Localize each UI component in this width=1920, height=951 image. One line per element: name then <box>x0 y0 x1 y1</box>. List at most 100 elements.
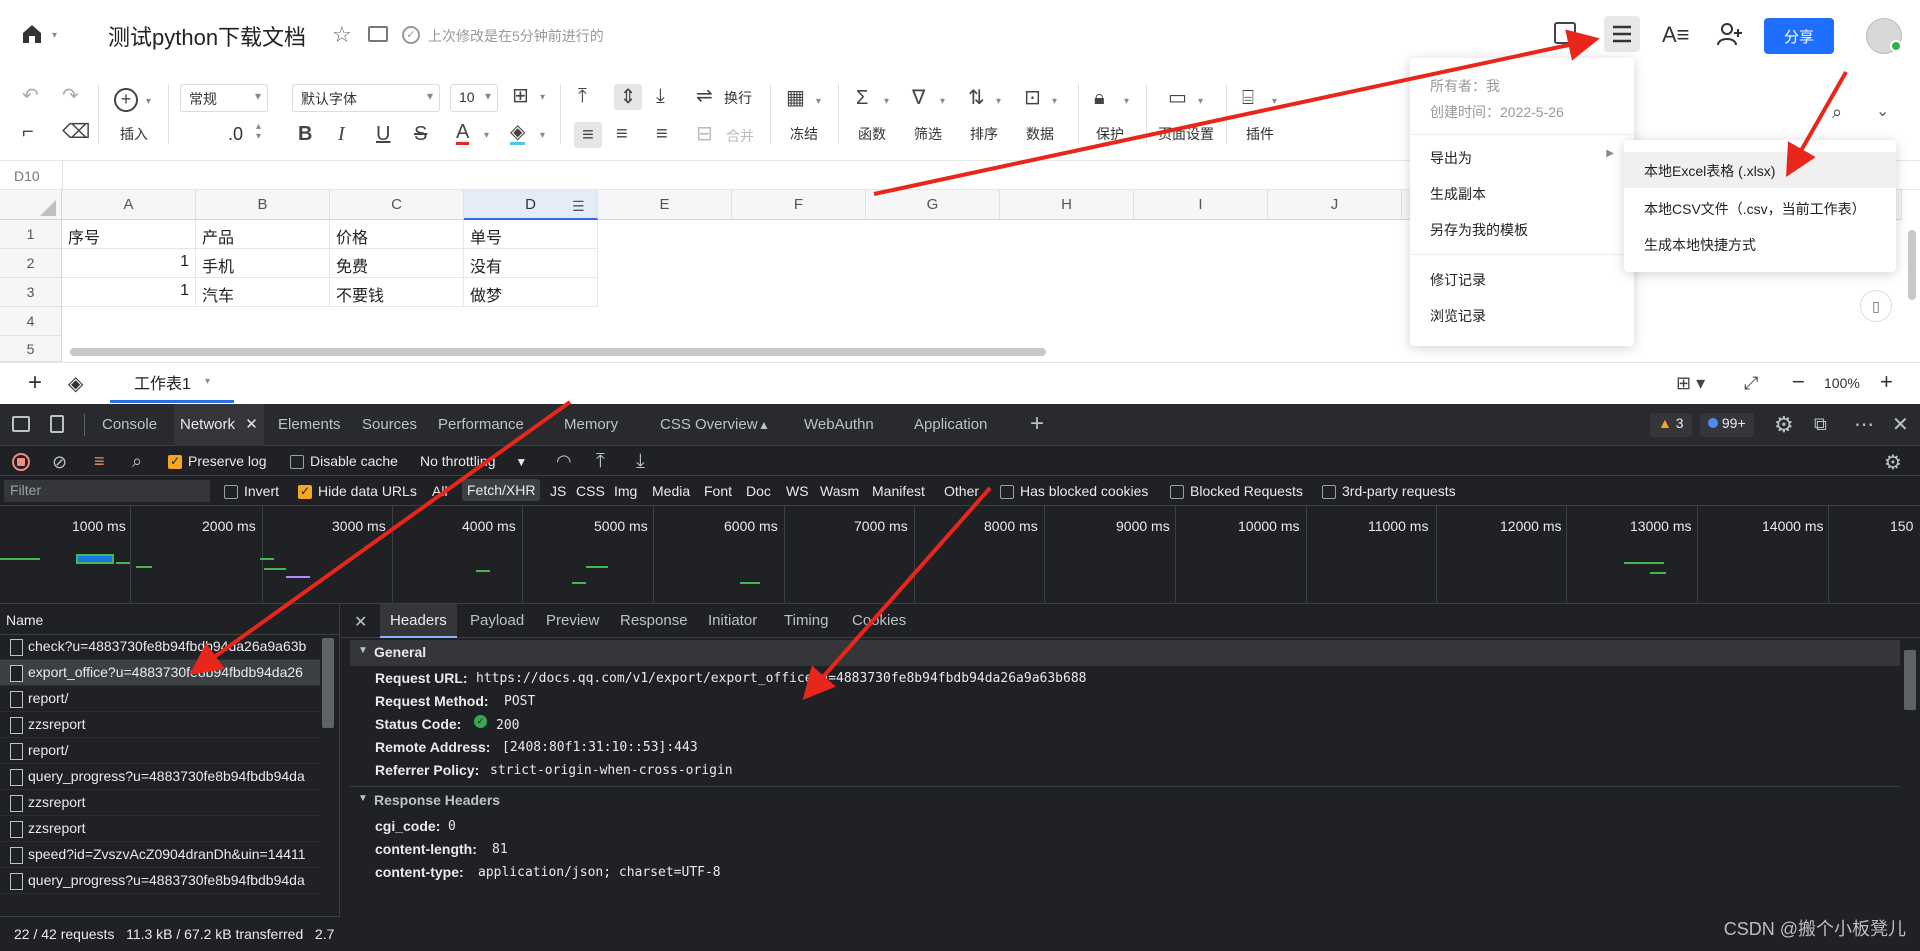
type-filter-manifest[interactable]: Manifest <box>872 483 925 499</box>
align-top-icon[interactable]: ⤒ <box>578 86 587 106</box>
type-filter-other[interactable]: Other <box>944 483 979 499</box>
star-icon[interactable]: ☆ <box>332 22 352 48</box>
invert-checkbox[interactable]: Invert <box>224 483 279 500</box>
type-filter-all[interactable]: All <box>432 483 448 499</box>
export-har-icon[interactable]: ⤓ <box>636 450 645 473</box>
request-row[interactable]: speed?id=ZvszvAcZ0904dranDh&uin=14411 <box>0 842 320 868</box>
warnings-badge[interactable]: ▲ 3 <box>1650 413 1692 437</box>
doc-title[interactable]: 测试python下载文档 <box>108 20 306 52</box>
detail-tab-headers[interactable]: Headers <box>380 604 457 638</box>
add-sheet-icon[interactable]: + <box>28 369 42 397</box>
side-panel-icon[interactable]: ▯ <box>1860 290 1892 322</box>
request-row-selected[interactable]: export_office?u=4883730fe8b94fbdb94da26 <box>0 660 320 686</box>
tab-elements[interactable]: Elements <box>278 404 341 446</box>
merge-icon[interactable]: ⊟ <box>696 124 713 144</box>
blocked-requests-checkbox[interactable]: Blocked Requests <box>1170 483 1303 500</box>
type-filter-css[interactable]: CSS <box>576 483 605 499</box>
export-xlsx-item[interactable]: 本地Excel表格 (.xlsx) <box>1624 152 1896 188</box>
border-icon[interactable]: ⊞ <box>512 86 529 106</box>
type-filter-fetch-xhr[interactable]: Fetch/XHR <box>462 479 541 501</box>
request-row[interactable]: zzsreport <box>0 816 320 842</box>
settings-gear-icon[interactable]: ⚙ <box>1774 412 1794 438</box>
function-label[interactable]: 函数 <box>858 124 886 144</box>
device-toggle-icon[interactable] <box>50 415 64 433</box>
create-shortcut-item[interactable]: 生成本地快捷方式 <box>1624 226 1896 262</box>
select-all-corner[interactable] <box>0 190 62 220</box>
response-headers-section-header[interactable]: Response Headers <box>350 788 1900 814</box>
type-filter-img[interactable]: Img <box>614 483 637 499</box>
undo-icon[interactable]: ↶ <box>22 86 39 106</box>
blocked-cookies-checkbox[interactable]: Has blocked cookies <box>1000 483 1148 500</box>
disable-cache-checkbox[interactable]: Disable cache <box>290 453 398 470</box>
decimal-control[interactable]: .0 <box>228 124 243 145</box>
align-middle-icon[interactable]: ⇕ <box>614 84 642 110</box>
home-icon[interactable] <box>20 22 44 46</box>
detail-tab-preview[interactable]: Preview <box>546 612 599 629</box>
add-collaborator-icon[interactable] <box>1716 20 1744 48</box>
plugin-icon[interactable]: ⌸ <box>1242 88 1254 108</box>
request-row[interactable]: query_progress?u=4883730fe8b94fbdb94da <box>0 868 320 894</box>
type-filter-doc[interactable]: Doc <box>746 483 771 499</box>
task-add-icon[interactable] <box>1554 22 1576 44</box>
sheet-tab-1[interactable]: 工作表1 ▾ <box>110 363 234 403</box>
number-format-select[interactable]: 常规 <box>180 84 268 112</box>
column-header[interactable]: B <box>196 190 330 220</box>
insert-icon[interactable]: + <box>114 88 138 112</box>
fullscreen-icon[interactable]: ⤢ <box>1744 373 1758 394</box>
chevron-down-icon[interactable]: ▾ <box>205 376 210 387</box>
more-tabs-plus-icon[interactable]: + <box>1030 410 1044 438</box>
column-header[interactable]: E <box>598 190 732 220</box>
cell-d1[interactable]: 单号 <box>464 220 598 249</box>
sort-icon[interactable]: ⇅ <box>968 88 985 108</box>
align-right-icon[interactable]: ≡ <box>656 124 668 144</box>
filter-label[interactable]: 筛选 <box>914 124 942 144</box>
network-conditions-icon[interactable]: ◠ <box>556 451 572 472</box>
redo-icon[interactable]: ↷ <box>62 86 79 106</box>
tab-network[interactable]: Network ✕ <box>174 404 264 446</box>
throttling-select[interactable]: No throttling ▼ <box>420 453 527 469</box>
preserve-log-checkbox[interactable]: Preserve log <box>168 453 267 470</box>
export-csv-item[interactable]: 本地CSV文件（.csv，当前工作表） <box>1624 190 1896 226</box>
menu-item-export[interactable]: 导出为 ▶ <box>1410 140 1634 174</box>
data-label[interactable]: 数据 <box>1026 124 1054 144</box>
menu-item-save-template[interactable]: 另存为我的模板 <box>1410 212 1634 246</box>
third-party-checkbox[interactable]: 3rd-party requests <box>1322 483 1456 500</box>
menu-item-copy[interactable]: 生成副本 <box>1410 176 1634 210</box>
sort-label[interactable]: 排序 <box>970 124 998 144</box>
wrap-label[interactable]: 换行 <box>724 88 752 108</box>
merge-label[interactable]: 合并 <box>726 126 754 146</box>
record-stop-icon[interactable] <box>12 453 30 471</box>
stepper-icon[interactable]: ▴ ▾ <box>256 122 261 142</box>
inspect-icon[interactable] <box>12 416 30 432</box>
text-format-icon[interactable]: A≡ <box>1662 22 1690 48</box>
type-filter-wasm[interactable]: Wasm <box>820 483 859 499</box>
zoom-level[interactable]: 100% <box>1824 375 1860 391</box>
import-har-icon[interactable]: ⤒ <box>596 450 605 473</box>
tab-memory[interactable]: Memory <box>564 404 618 446</box>
row-header[interactable]: 5 <box>0 336 62 362</box>
tab-performance[interactable]: Performance <box>438 404 524 446</box>
zoom-in-icon[interactable]: + <box>1880 369 1893 395</box>
cell-a3[interactable]: 1 <box>62 278 196 307</box>
filter-input[interactable]: Filter <box>4 480 210 502</box>
vertical-scrollbar[interactable] <box>1908 230 1916 300</box>
hide-data-urls-checkbox[interactable]: Hide data URLs <box>298 483 417 500</box>
cell-b1[interactable]: 产品 <box>196 220 330 249</box>
align-left-icon[interactable]: ≡ <box>574 122 602 148</box>
row-header[interactable]: 3 <box>0 278 62 307</box>
row-header[interactable]: 4 <box>0 307 62 336</box>
request-row[interactable]: report/ <box>0 738 320 764</box>
cell-b3[interactable]: 汽车 <box>196 278 330 307</box>
font-family-select[interactable]: 默认字体 <box>292 84 440 112</box>
freeze-label[interactable]: 冻结 <box>790 124 818 144</box>
detail-tab-payload[interactable]: Payload <box>470 612 524 629</box>
close-icon[interactable]: ✕ <box>245 416 258 433</box>
font-size-select[interactable]: 10 <box>450 84 498 112</box>
chevron-down-icon[interactable]: ▾ <box>52 30 57 41</box>
request-row[interactable]: query_progress?u=4883730fe8b94fbdb94da <box>0 764 320 790</box>
issues-badge[interactable]: 99+ <box>1700 413 1754 437</box>
move-folder-icon[interactable] <box>368 26 388 42</box>
detail-tab-initiator[interactable]: Initiator <box>708 612 757 629</box>
lock-icon[interactable]: 🔒︎ <box>1094 88 1105 108</box>
cell-b2[interactable]: 手机 <box>196 249 330 278</box>
